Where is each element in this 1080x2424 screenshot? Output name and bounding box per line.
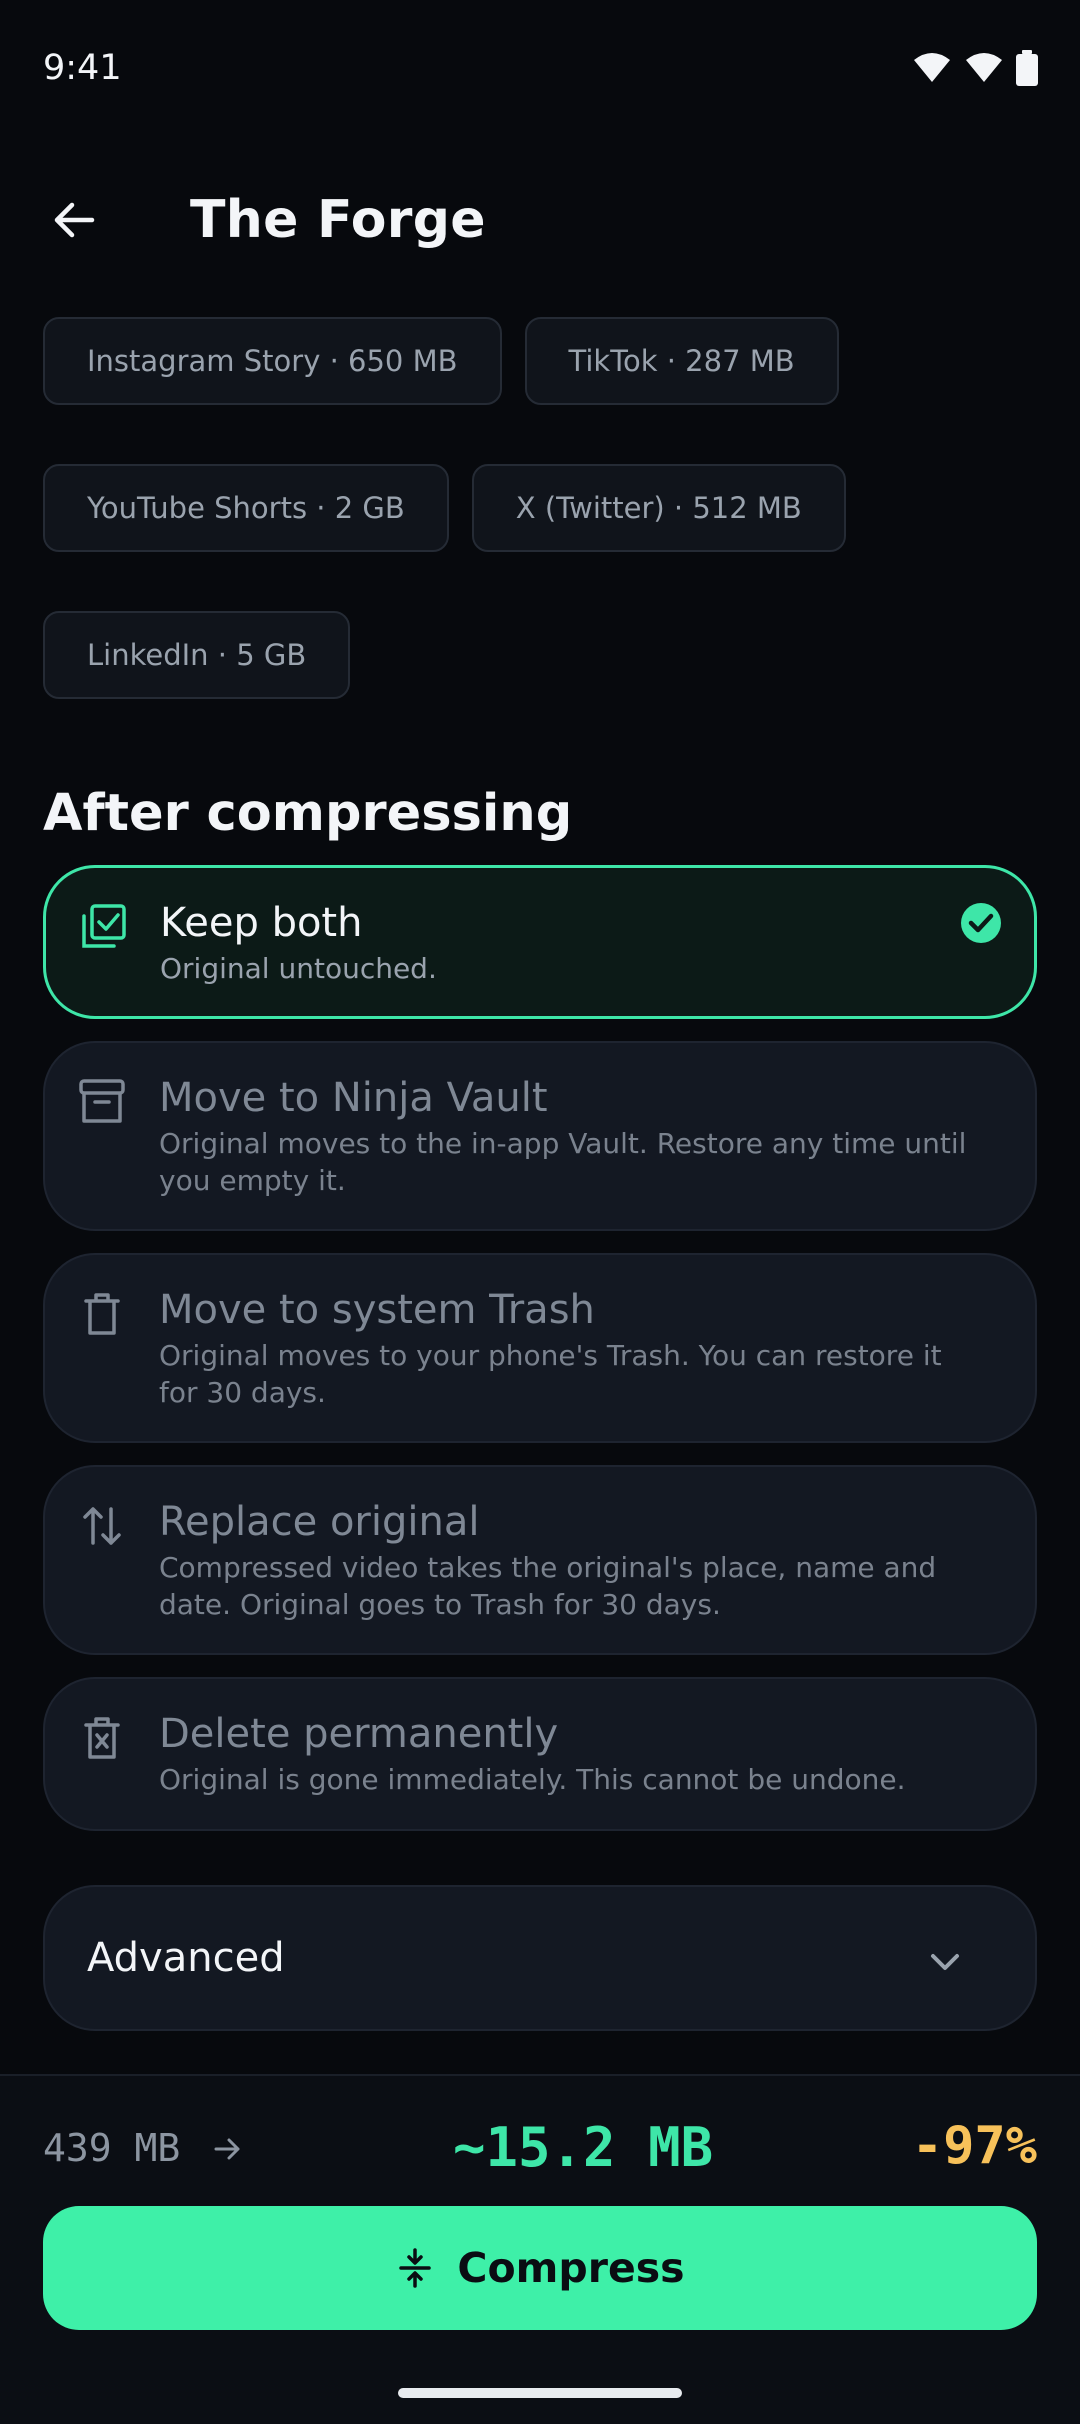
option-desc: Original untouched. — [160, 952, 437, 985]
option-desc: Original moves to the in-app Vault. Rest… — [159, 1127, 967, 1197]
status-icons — [912, 50, 1038, 86]
status-bar: 9:41 — [0, 0, 1080, 140]
signal-icon — [966, 53, 1002, 82]
section-title-after-compressing: After compressing — [43, 784, 573, 843]
bottom-panel: 439 MB ~15.2 MB -97% Compress — [0, 2074, 1080, 2424]
option-move-to-vault[interactable]: Move to Ninja Vault Original moves to th… — [43, 1041, 1037, 1231]
advanced-expander[interactable]: Advanced — [43, 1885, 1037, 2031]
option-title: Delete permanently — [159, 1711, 559, 1757]
chip-row: LinkedIn · 5 GB — [43, 611, 1043, 699]
home-indicator[interactable] — [398, 2388, 682, 2398]
compress-icon — [399, 2248, 432, 2288]
option-title: Move to system Trash — [159, 1287, 595, 1333]
chevron-down-icon — [931, 1954, 959, 1970]
after-compress-options: Keep both Original untouched. Move to Ni… — [43, 865, 1037, 1853]
size-summary: 439 MB ~15.2 MB -97% — [43, 2114, 1037, 2184]
chip-row: Instagram Story · 650 MB TikTok · 287 MB — [43, 317, 1043, 405]
delete-forever-icon — [84, 1717, 120, 1759]
swap-vertical-icon — [83, 1507, 121, 1545]
checkbox-stack-icon — [82, 904, 126, 948]
battery-icon — [1016, 50, 1038, 86]
option-title: Replace original — [159, 1499, 480, 1545]
arrow-right-icon — [214, 2138, 240, 2160]
option-delete-permanently[interactable]: Delete permanently Original is gone imme… — [43, 1677, 1037, 1831]
wifi-icon — [914, 53, 950, 82]
compress-button[interactable]: Compress — [43, 2206, 1037, 2330]
option-replace-original[interactable]: Replace original Compressed video takes … — [43, 1465, 1037, 1655]
option-keep-both[interactable]: Keep both Original untouched. — [43, 865, 1037, 1019]
trash-icon — [84, 1293, 120, 1335]
reduction-percent: -97% — [911, 2116, 1037, 2176]
option-title: Keep both — [160, 900, 363, 946]
chip-instagram-story[interactable]: Instagram Story · 650 MB — [43, 317, 502, 405]
check-circle-icon — [961, 903, 1001, 943]
screen: 9:41 The Forge Instagram Story · 650 MB — [0, 0, 1080, 2424]
option-desc: Compressed video takes the original's pl… — [159, 1551, 937, 1621]
option-desc: Original moves to your phone's Trash. Yo… — [159, 1339, 942, 1409]
chip-youtube-shorts[interactable]: YouTube Shorts · 2 GB — [43, 464, 449, 552]
preset-chips: Instagram Story · 650 MB TikTok · 287 MB… — [43, 317, 1043, 758]
estimated-size: ~15.2 MB — [453, 2116, 714, 2179]
arrow-left-icon — [54, 202, 95, 238]
chip-tiktok[interactable]: TikTok · 287 MB — [524, 317, 839, 405]
archive-box-icon — [79, 1079, 125, 1123]
option-move-to-trash[interactable]: Move to system Trash Original moves to y… — [43, 1253, 1037, 1443]
back-button[interactable] — [34, 180, 114, 260]
compress-label: Compress — [457, 2244, 685, 2292]
page-title: The Forge — [190, 190, 486, 250]
option-desc: Original is gone immediately. This canno… — [159, 1763, 906, 1796]
advanced-label: Advanced — [87, 1935, 285, 1981]
chip-linkedin[interactable]: LinkedIn · 5 GB — [43, 611, 351, 699]
status-time: 9:41 — [43, 48, 122, 88]
option-title: Move to Ninja Vault — [159, 1075, 548, 1121]
original-size: 439 MB — [43, 2126, 181, 2170]
chip-x-twitter[interactable]: X (Twitter) · 512 MB — [471, 464, 846, 552]
top-app-bar: The Forge — [0, 160, 1080, 270]
chip-row: YouTube Shorts · 2 GB X (Twitter) · 512 … — [43, 464, 1043, 552]
